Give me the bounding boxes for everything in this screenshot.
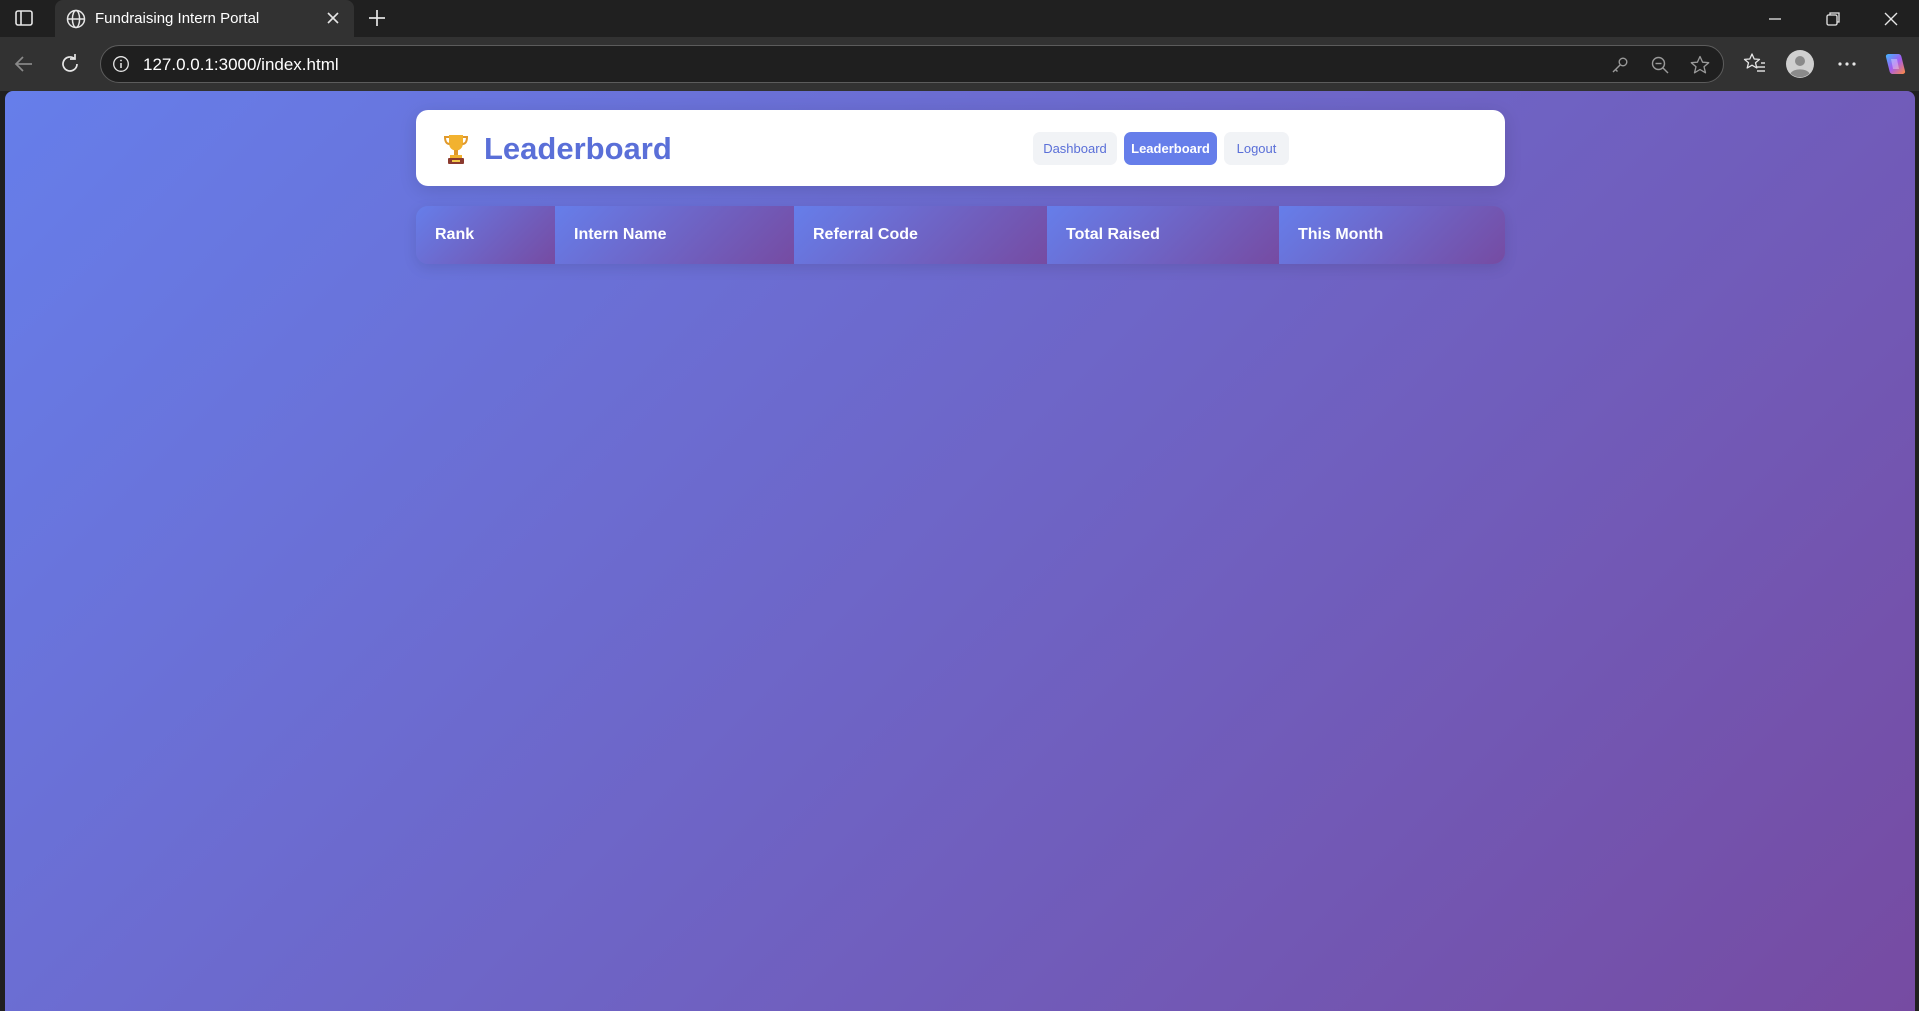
- tab-actions-icon[interactable]: [14, 9, 34, 27]
- close-window-icon[interactable]: [1880, 8, 1902, 30]
- site-info-icon[interactable]: [112, 55, 130, 73]
- leaderboard-button[interactable]: Leaderboard: [1124, 132, 1217, 165]
- new-tab-icon[interactable]: [366, 7, 388, 29]
- copilot-icon[interactable]: [1880, 50, 1908, 78]
- address-bar[interactable]: 127.0.0.1:3000/index.html: [100, 45, 1724, 83]
- column-header-total-raised: Total Raised: [1047, 206, 1279, 264]
- close-tab-icon[interactable]: [324, 9, 342, 27]
- more-options-icon[interactable]: [1834, 51, 1860, 77]
- logout-button[interactable]: Logout: [1224, 132, 1289, 165]
- back-arrow-icon[interactable]: [11, 51, 37, 77]
- star-icon[interactable]: [1689, 54, 1711, 76]
- trophy-icon: [443, 135, 469, 164]
- zoom-out-icon[interactable]: [1649, 54, 1671, 76]
- url-text[interactable]: 127.0.0.1:3000/index.html: [143, 55, 339, 75]
- reload-icon[interactable]: [57, 51, 83, 77]
- column-header-intern-name: Intern Name: [555, 206, 794, 264]
- page-viewport: Leaderboard Dashboard Leaderboard Logout…: [5, 91, 1915, 1011]
- globe-icon: [66, 9, 86, 29]
- column-header-this-month: This Month: [1279, 206, 1505, 264]
- minimize-icon[interactable]: [1764, 8, 1786, 30]
- profile-avatar-icon[interactable]: [1785, 49, 1815, 79]
- page-title: Leaderboard: [484, 131, 672, 166]
- restore-icon[interactable]: [1822, 8, 1844, 30]
- column-header-rank: Rank: [416, 206, 555, 264]
- dashboard-button[interactable]: Dashboard: [1033, 132, 1117, 165]
- tab-title: Fundraising Intern Portal: [95, 10, 260, 27]
- browser-tab-bar: Fundraising Intern Portal: [0, 0, 1919, 37]
- column-header-referral-code: Referral Code: [794, 206, 1047, 264]
- leaderboard-table: Rank Intern Name Referral Code Total Rai…: [416, 206, 1505, 264]
- favorites-icon[interactable]: [1742, 51, 1768, 77]
- key-icon[interactable]: [1609, 54, 1631, 76]
- browser-toolbar: 127.0.0.1:3000/index.html: [0, 37, 1919, 91]
- header-card: Leaderboard Dashboard Leaderboard Logout: [416, 110, 1505, 186]
- browser-tab[interactable]: Fundraising Intern Portal: [55, 0, 354, 37]
